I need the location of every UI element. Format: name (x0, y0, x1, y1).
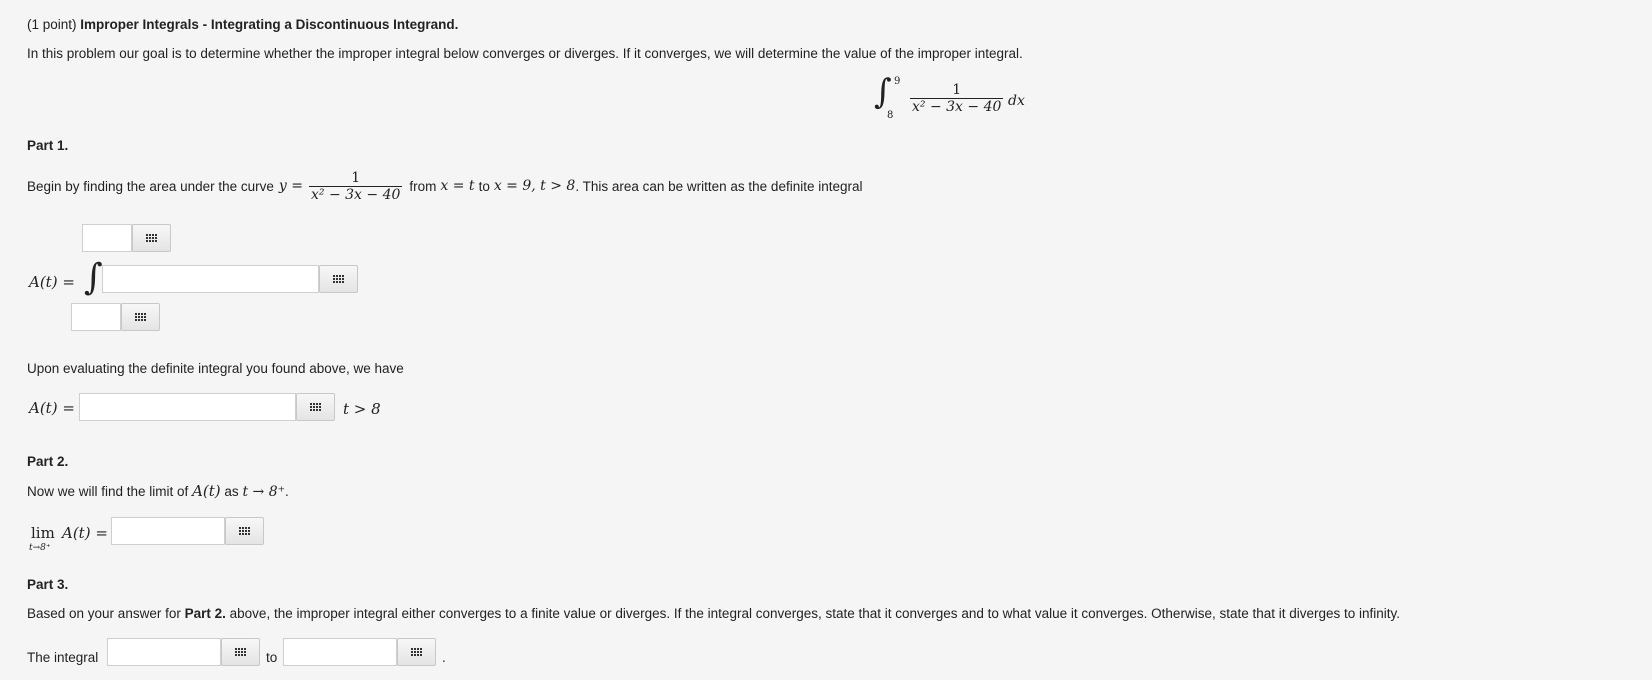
A-label-2: A(t) = (29, 399, 75, 417)
part2-prompt: Now we will find the limit of A(t) as t … (27, 482, 289, 500)
to-word: to (266, 650, 278, 665)
part3-text-bold: Part 2. (184, 606, 226, 621)
equation-editor-grid-icon (411, 648, 422, 656)
t-condition: t > 8 (343, 400, 381, 418)
part1-from-word: from (409, 178, 437, 194)
part2-text-before: Now we will find the limit of (27, 484, 189, 499)
evaluate-text: Upon evaluating the definite integral yo… (27, 361, 404, 376)
part1-y-eq: y = (278, 178, 304, 194)
part2-A-expr: A(t) (192, 482, 221, 500)
part3-text-suffix: above, the improper integral either conv… (229, 606, 1401, 621)
antiderivative-palette-button[interactable] (296, 393, 335, 421)
antiderivative-input[interactable] (79, 393, 296, 421)
definite-integral-sign: ∫ (84, 257, 103, 298)
converge-diverge-palette-button[interactable] (221, 638, 260, 666)
equation-editor-grid-icon (239, 527, 250, 535)
intro-text: In this problem our goal is to determine… (27, 46, 1023, 61)
part1-text-before: Begin by finding the area under the curv… (27, 178, 274, 194)
integral-lower-limit: 8 (887, 110, 894, 121)
part3-prompt: Based on your answer for Part 2. above, … (27, 606, 1400, 621)
equation-editor-grid-icon (146, 234, 157, 242)
integrand-denominator: x² − 3x − 40 (912, 99, 1002, 115)
integrand-input[interactable] (102, 265, 319, 293)
equation-editor-grid-icon (235, 648, 246, 656)
limit-palette-button[interactable] (225, 517, 264, 545)
part2-limit-expr: t → 8⁺ (242, 484, 286, 500)
part1-to-expr: x = 9, t > 8 (493, 178, 576, 194)
upper-limit-input[interactable] (82, 224, 132, 252)
integrand-palette-button[interactable] (319, 265, 358, 293)
integral-upper-limit: 9 (894, 76, 901, 87)
equation-editor-grid-icon (333, 275, 344, 283)
part1-fraction: 1 x² − 3x − 40 (309, 170, 403, 203)
main-integral: ∫ 9 8 1 x² − 3x − 40 dx (874, 72, 1034, 126)
part1-prompt: Begin by finding the area under the curv… (27, 166, 863, 206)
integrand-numerator: 1 (910, 82, 1004, 99)
part2-text-after: . (285, 484, 289, 499)
points-label: (1 point) (27, 17, 77, 32)
end-period: . (442, 650, 446, 665)
part1-heading: Part 1. (27, 138, 69, 153)
A-label: A(t) = (29, 273, 75, 291)
integral-label: The integral (27, 650, 99, 665)
converge-diverge-input[interactable] (107, 638, 221, 666)
lim-subscript: t→8⁺ (29, 543, 51, 553)
problem-title: Improper Integrals - Integrating a Disco… (80, 17, 459, 32)
lim-expr: A(t) = (62, 524, 108, 542)
part1-text-after: . This area can be written as the defini… (575, 178, 863, 194)
problem-header: (1 point) Improper Integrals - Integrati… (27, 17, 458, 32)
integral-sign: ∫ (874, 72, 892, 112)
lower-limit-input[interactable] (71, 303, 121, 331)
integral-differential: dx (1008, 93, 1025, 109)
part2-as-word: as (224, 484, 239, 499)
value-input[interactable] (283, 638, 397, 666)
part1-denominator: x² − 3x − 40 (311, 186, 401, 203)
limit-input[interactable] (111, 517, 225, 545)
equation-editor-grid-icon (310, 403, 321, 411)
lim-word: lim (31, 524, 55, 542)
lower-limit-palette-button[interactable] (121, 303, 160, 331)
equation-editor-grid-icon (135, 313, 146, 321)
upper-limit-palette-button[interactable] (132, 224, 171, 252)
part1-to-word: to (478, 178, 490, 194)
part1-numerator: 1 (309, 170, 403, 187)
part3-heading: Part 3. (27, 577, 69, 592)
integrand-fraction: 1 x² − 3x − 40 (910, 82, 1004, 115)
part2-heading: Part 2. (27, 454, 69, 469)
part1-from-expr: x = t (440, 178, 475, 194)
part3-text-prefix: Based on your answer for (27, 606, 181, 621)
value-palette-button[interactable] (397, 638, 436, 666)
